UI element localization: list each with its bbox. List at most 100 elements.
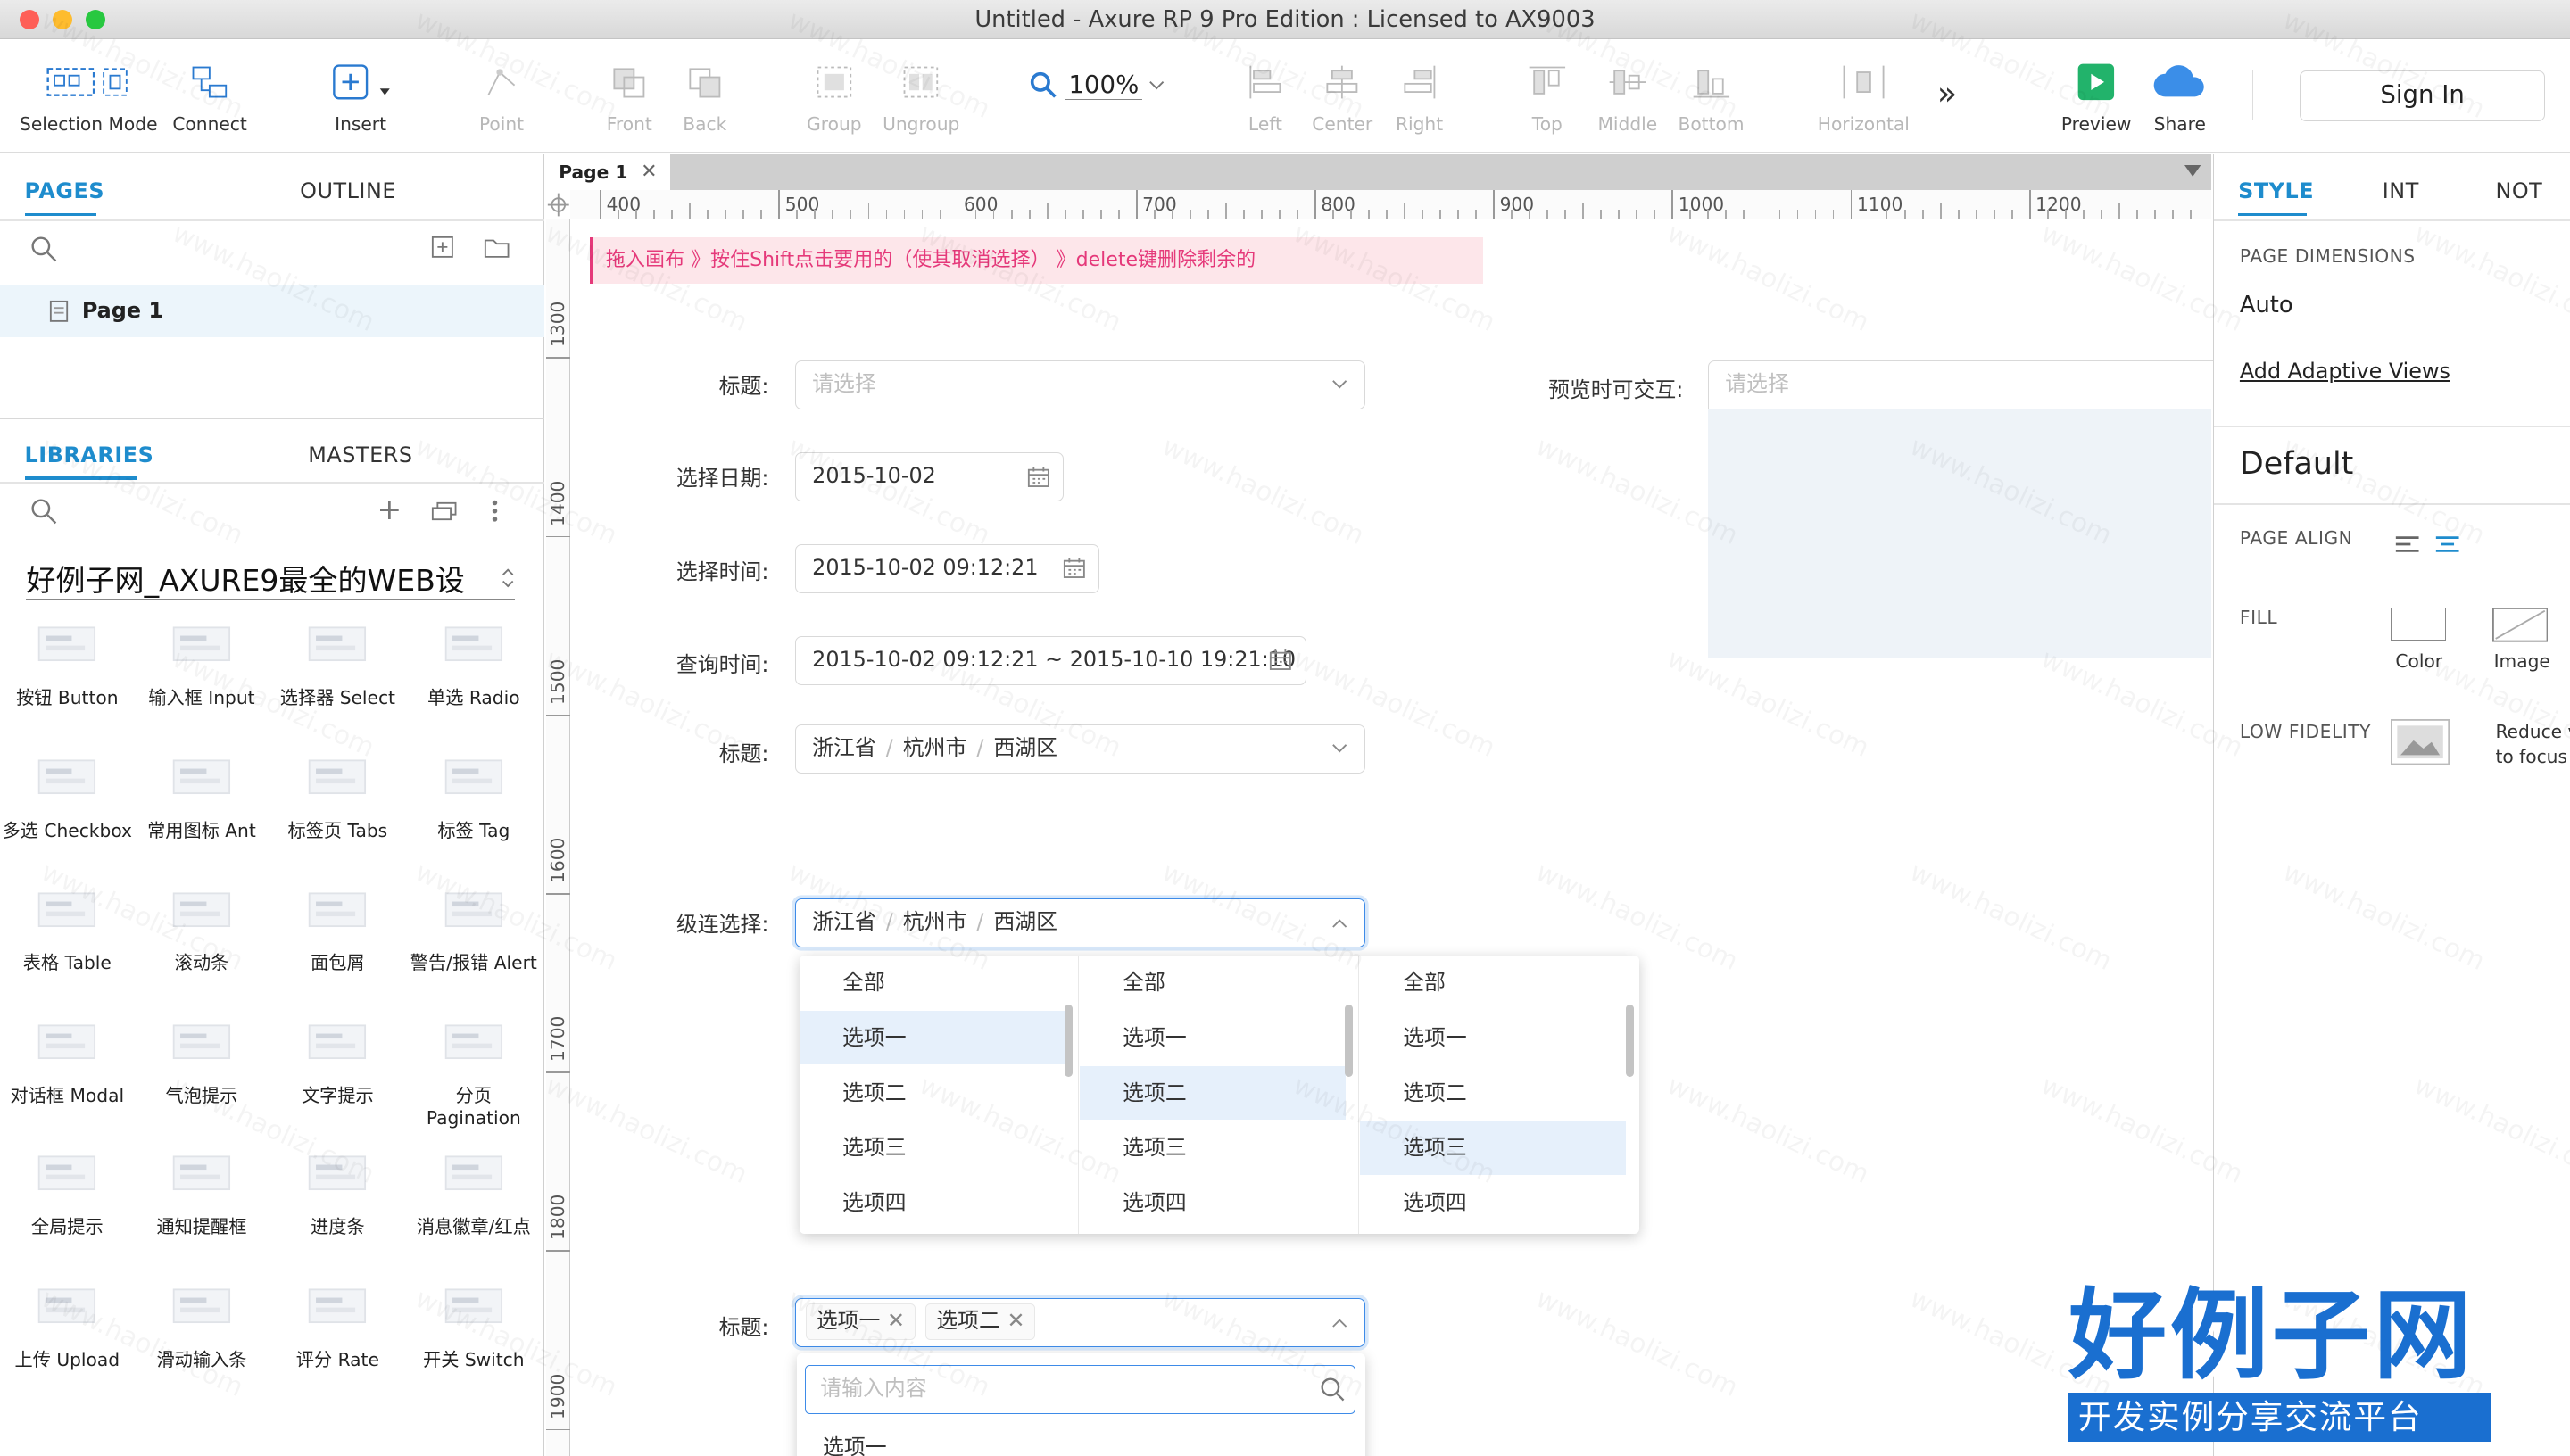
library-widget[interactable]: 滑动输入条: [135, 1267, 269, 1371]
tab-dropdown-icon[interactable]: [2184, 165, 2201, 178]
library-widget[interactable]: 面包屑: [270, 870, 405, 974]
scrollbar[interactable]: [1064, 1004, 1074, 1077]
cascader-option[interactable]: 全部: [1360, 956, 1626, 1010]
cascader-option[interactable]: 选项二: [1080, 1065, 1346, 1121]
library-widget[interactable]: 警告/报错 Alert: [407, 870, 542, 974]
tab-style[interactable]: STYLE: [2238, 178, 2314, 203]
library-widget[interactable]: 常用图标 Ant: [135, 738, 269, 842]
library-widget[interactable]: 进度条: [270, 1134, 405, 1238]
library-selector[interactable]: 好例子网_AXURE9最全的WEB设: [26, 557, 515, 600]
close-tab-icon[interactable]: ✕: [641, 154, 657, 190]
distribute-horizontal-button[interactable]: Horizontal: [1812, 57, 1914, 135]
library-widget[interactable]: 上传 Upload: [0, 1267, 135, 1371]
tab-notes[interactable]: NOT: [2495, 178, 2542, 203]
share-button[interactable]: Share: [2143, 57, 2216, 135]
group-button[interactable]: Group: [800, 57, 868, 135]
align-left-icon[interactable]: [2394, 534, 2420, 554]
add-library-icon[interactable]: +: [377, 492, 402, 526]
cascader-option[interactable]: 选项一: [800, 1010, 1065, 1065]
selection-mode-button[interactable]: Selection Mode: [20, 57, 157, 135]
library-widget[interactable]: 评分 Rate: [270, 1267, 405, 1371]
low-fidelity-image-icon[interactable]: [2390, 719, 2450, 765]
cascader-option[interactable]: 选项一: [1080, 1011, 1346, 1065]
title-select[interactable]: 请选择: [794, 360, 1365, 410]
front-button[interactable]: Front: [597, 57, 662, 135]
point-button[interactable]: Point: [466, 57, 538, 135]
align-center-button[interactable]: Center: [1308, 57, 1377, 135]
datetime-picker[interactable]: 2015-10-02 09:12:21: [794, 543, 1100, 593]
maximize-window-button[interactable]: [85, 10, 105, 30]
cascader-option[interactable]: 选项三: [1080, 1121, 1346, 1175]
fill-image-icon[interactable]: [2491, 608, 2549, 643]
library-widget[interactable]: 通知提醒框: [135, 1134, 269, 1238]
tab-pages[interactable]: PAGES: [25, 178, 105, 203]
library-widget[interactable]: 滚动条: [135, 870, 269, 974]
add-adaptive-views-link[interactable]: Add Adaptive Views: [2240, 359, 2450, 384]
align-left-button[interactable]: Left: [1232, 57, 1297, 135]
page-tab[interactable]: Page 1 ✕: [545, 153, 671, 191]
library-widget[interactable]: 标签 Tag: [407, 738, 542, 842]
library-widget[interactable]: 对话框 Modal: [0, 1003, 135, 1107]
cascader-option[interactable]: 选项三: [1360, 1121, 1626, 1176]
library-widget[interactable]: 单选 Radio: [407, 605, 542, 709]
sign-in-button[interactable]: Sign In: [2299, 70, 2546, 121]
cascader-option[interactable]: 选项三: [800, 1121, 1065, 1175]
search-icon[interactable]: [29, 235, 59, 264]
datetime-range-picker[interactable]: 2015-10-02 09:12:21 ~ 2015-10-10 19:21:1…: [794, 635, 1306, 685]
scrollbar[interactable]: [1344, 1004, 1354, 1077]
library-widget[interactable]: 消息徽章/红点: [407, 1134, 542, 1238]
cascader-option[interactable]: 选项一: [1360, 1011, 1626, 1065]
align-middle-button[interactable]: Middle: [1593, 57, 1662, 135]
cascader-option[interactable]: 全部: [1080, 956, 1346, 1010]
tab-interactions[interactable]: INT: [2383, 178, 2419, 203]
library-widget[interactable]: 选择器 Select: [270, 605, 405, 709]
dropdown-option[interactable]: 选项一: [823, 1429, 887, 1456]
cascader-option[interactable]: 全部: [800, 956, 1065, 1010]
ungroup-button[interactable]: Ungroup: [882, 57, 960, 135]
library-widget[interactable]: 全局提示: [0, 1134, 135, 1238]
more-tools-button[interactable]: »: [1928, 74, 1967, 112]
library-widget[interactable]: 多选 Checkbox: [0, 738, 135, 842]
add-folder-icon[interactable]: [484, 236, 510, 259]
connect-button[interactable]: Connect: [164, 57, 256, 135]
cascader-option[interactable]: 选项四: [1360, 1176, 1626, 1230]
library-widget[interactable]: 按钮 Button: [0, 605, 135, 709]
minimize-window-button[interactable]: [52, 10, 72, 30]
page-item-page-1[interactable]: Page 1: [0, 285, 544, 338]
tag-close-icon[interactable]: ✕: [887, 1308, 905, 1333]
cascader-option[interactable]: 选项二: [1360, 1066, 1626, 1121]
align-bottom-button[interactable]: Bottom: [1675, 57, 1747, 135]
cascader-option[interactable]: 选项二: [800, 1066, 1065, 1121]
page-dimensions-select[interactable]: Auto: [2239, 292, 2570, 328]
tag-close-icon[interactable]: ✕: [1007, 1308, 1024, 1333]
cascader-select-open[interactable]: 浙江省 / 杭州市 / 西湖区: [794, 898, 1365, 947]
library-search-icon[interactable]: [29, 497, 59, 526]
tab-masters[interactable]: MASTERS: [308, 443, 412, 467]
cascader-select[interactable]: 浙江省 / 杭州市 / 西湖区: [794, 724, 1365, 774]
align-right-button[interactable]: Right: [1387, 57, 1452, 135]
tab-libraries[interactable]: LIBRARIES: [25, 443, 154, 467]
align-top-button[interactable]: Top: [1514, 57, 1579, 135]
close-window-button[interactable]: [20, 10, 40, 30]
add-page-icon[interactable]: [431, 236, 454, 259]
fill-color-swatch[interactable]: [2390, 608, 2447, 641]
library-menu-icon[interactable]: [490, 498, 500, 524]
cascader-option[interactable]: 选项四: [1080, 1176, 1346, 1230]
library-copy-icon[interactable]: [431, 501, 457, 521]
date-picker[interactable]: 2015-10-02: [794, 451, 1064, 501]
zoom-control[interactable]: 100%: [1029, 70, 1166, 100]
library-widget[interactable]: 标签页 Tabs: [270, 738, 405, 842]
insert-button[interactable]: Insert: [318, 57, 403, 135]
preview-interactive-select[interactable]: 请选择: [1707, 360, 2217, 410]
library-widget[interactable]: 分页 Pagination: [407, 1003, 542, 1129]
align-center-icon[interactable]: [2434, 534, 2460, 554]
library-widget[interactable]: 开关 Switch: [407, 1267, 542, 1371]
cascader-option[interactable]: 选项四: [800, 1176, 1065, 1230]
preview-button[interactable]: Preview: [2055, 57, 2137, 135]
scrollbar[interactable]: [1626, 1004, 1635, 1077]
library-widget[interactable]: 气泡提示: [135, 1003, 269, 1107]
back-button[interactable]: Back: [672, 57, 737, 135]
library-widget[interactable]: 表格 Table: [0, 870, 135, 974]
zoom-value[interactable]: 100%: [1065, 70, 1142, 100]
library-widget[interactable]: 文字提示: [270, 1003, 405, 1107]
